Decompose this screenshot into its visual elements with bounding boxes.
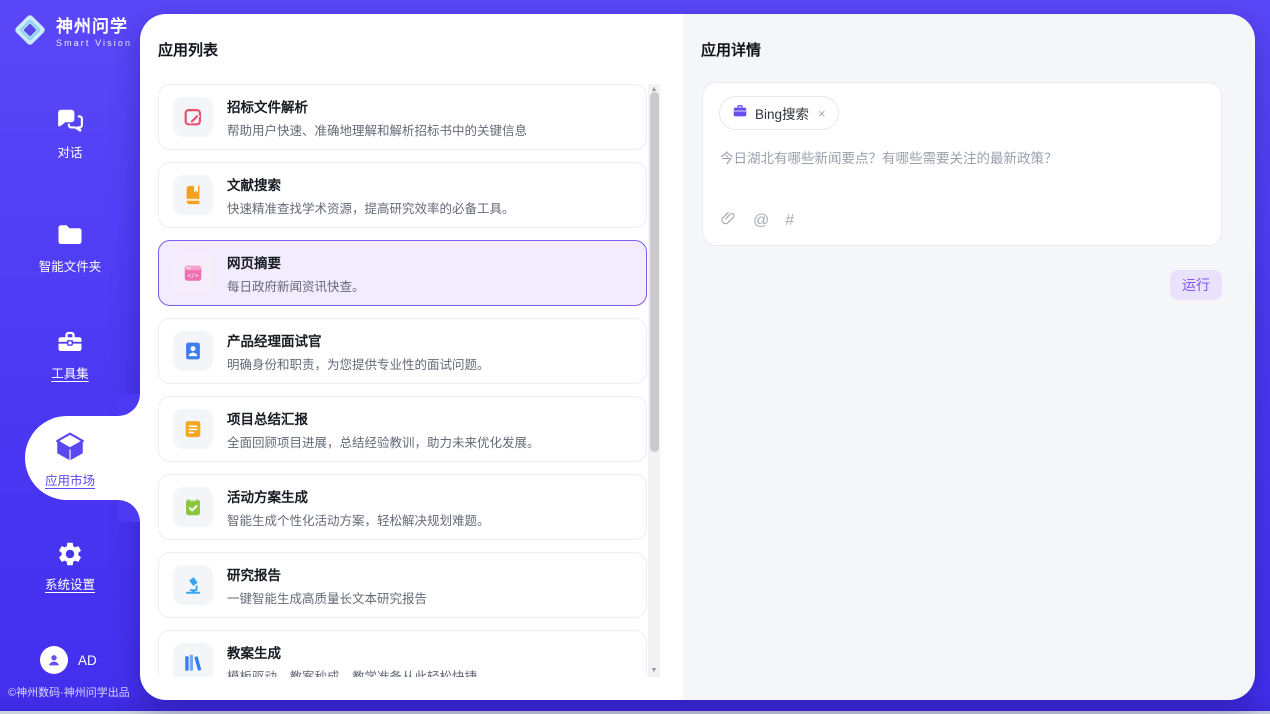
- user-initials: AD: [78, 653, 97, 668]
- sidebar-item-label: 应用市场: [0, 470, 140, 489]
- svg-text:</>: </>: [187, 271, 199, 279]
- app-card-desc: 帮助用户快速、准确地理解和解析招标书中的关键信息: [227, 120, 527, 139]
- clipboard-check-icon: [173, 487, 213, 527]
- book-icon: [173, 175, 213, 215]
- app-card-title: 文献搜索: [227, 174, 515, 194]
- scrollbar-thumb[interactable]: [650, 92, 659, 452]
- person-doc-icon: [173, 331, 213, 371]
- app-card-title: 产品经理面试官: [227, 330, 490, 350]
- app-list-panel: 应用列表 招标文件解析帮助用户快速、准确地理解和解析招标书中的关键信息文献搜索快…: [140, 14, 683, 700]
- brand-logo: 神州问学 Smart Vision: [11, 11, 132, 54]
- briefcase-icon: [732, 103, 748, 124]
- memo-icon: [173, 409, 213, 449]
- app-list-viewport: 招标文件解析帮助用户快速、准确地理解和解析招标书中的关键信息文献搜索快速精准查找…: [158, 84, 660, 677]
- chat-icon: [0, 106, 140, 136]
- app-card-desc: 智能生成个性化活动方案，轻松解决规划难题。: [227, 510, 490, 529]
- user-avatar-icon: [40, 646, 68, 674]
- app-card[interactable]: </> 网页摘要每日政府新闻资讯快查。: [158, 240, 647, 306]
- sidebar-item-smart-folders[interactable]: 智能文件夹: [0, 220, 140, 275]
- app-card-list: 招标文件解析帮助用户快速、准确地理解和解析招标书中的关键信息文献搜索快速精准查找…: [158, 84, 647, 677]
- sidebar-item-chat[interactable]: 对话: [0, 106, 140, 161]
- active-nav-bump-corner-bottom: [118, 500, 140, 522]
- at-mention-icon[interactable]: @: [753, 213, 769, 229]
- query-input[interactable]: 今日湖北有哪些新闻要点？有哪些需要关注的最新政策？: [720, 149, 1199, 170]
- app-card-desc: 每日政府新闻资讯快查。: [227, 276, 365, 295]
- books-icon: [173, 643, 213, 677]
- sidebar-item-app-market[interactable]: 应用市场: [0, 430, 140, 489]
- cube-icon: [0, 430, 140, 464]
- app-card[interactable]: 产品经理面试官明确身份和职责，为您提供专业性的面试问题。: [158, 318, 647, 384]
- app-card-title: 教案生成: [227, 642, 477, 662]
- document-pen-icon: [173, 97, 213, 137]
- folder-icon: [0, 220, 140, 250]
- sidebar-item-label: 对话: [0, 142, 140, 161]
- app-card-desc: 模板驱动，教案秒成，教学准备从此轻松快捷: [227, 666, 477, 678]
- app-card[interactable]: 研究报告一键智能生成高质量长文本研究报告: [158, 552, 647, 618]
- scrollbar-down-arrow-icon[interactable]: ▼: [648, 665, 660, 677]
- sidebar-item-label: 系统设置: [0, 574, 140, 593]
- app-card-desc: 全面回顾项目进展，总结经验教训，助力未来优化发展。: [227, 432, 540, 451]
- sidebar-item-label: 智能文件夹: [0, 256, 140, 275]
- brand-tagline: Smart Vision: [56, 38, 132, 48]
- app-detail-title: 应用详情: [701, 39, 761, 60]
- paperclip-icon[interactable]: [720, 210, 737, 232]
- web-code-icon: </>: [173, 253, 213, 293]
- sidebar-item-toolset[interactable]: 工具集: [0, 327, 140, 382]
- app-card-desc: 一键智能生成高质量长文本研究报告: [227, 588, 427, 607]
- app-card-desc: 明确身份和职责，为您提供专业性的面试问题。: [227, 354, 490, 373]
- app-card-desc: 快速精准查找学术资源，提高研究效率的必备工具。: [227, 198, 515, 217]
- tool-tag-close-icon[interactable]: ×: [818, 106, 826, 121]
- tool-tag-label: Bing搜索: [755, 103, 809, 123]
- app-detail-panel: 应用详情 Bing搜索 × 今日湖北有哪些新闻要点？有哪些需要关注的最新政策？: [683, 14, 1255, 700]
- main-content: 应用列表 招标文件解析帮助用户快速、准确地理解和解析招标书中的关键信息文献搜索快…: [140, 14, 1255, 700]
- brand-name: 神州问学: [56, 17, 132, 37]
- app-list-title: 应用列表: [158, 39, 218, 60]
- active-nav-bump-corner-top: [118, 394, 140, 416]
- sidebar-item-settings[interactable]: 系统设置: [0, 540, 140, 593]
- app-card-title: 研究报告: [227, 564, 427, 584]
- sidebar: 神州问学 Smart Vision 对话智能文件夹工具集应用市场系统设置 AD …: [0, 0, 140, 711]
- gear-icon: [0, 540, 140, 568]
- toolbox-icon: [0, 327, 140, 357]
- copyright-footer: ©神州数码·神州问学出品: [8, 684, 130, 700]
- app-card[interactable]: 教案生成模板驱动，教案秒成，教学准备从此轻松快捷: [158, 630, 647, 677]
- app-card[interactable]: 项目总结汇报全面回顾项目进展，总结经验教训，助力未来优化发展。: [158, 396, 647, 462]
- app-card-title: 项目总结汇报: [227, 408, 540, 428]
- app-card-title: 网页摘要: [227, 252, 365, 272]
- app-list-scrollbar[interactable]: ▲ ▼: [648, 84, 660, 677]
- account-row[interactable]: AD: [40, 646, 97, 674]
- tool-tag[interactable]: Bing搜索 ×: [719, 96, 839, 130]
- query-card: Bing搜索 × 今日湖北有哪些新闻要点？有哪些需要关注的最新政策？ @ #: [702, 82, 1222, 246]
- microscope-icon: [173, 565, 213, 605]
- app-card[interactable]: 招标文件解析帮助用户快速、准确地理解和解析招标书中的关键信息: [158, 84, 647, 150]
- app-card-title: 招标文件解析: [227, 96, 527, 116]
- hash-icon[interactable]: #: [785, 213, 794, 229]
- app-card-title: 活动方案生成: [227, 486, 490, 506]
- app-card[interactable]: 文献搜索快速精准查找学术资源，提高研究效率的必备工具。: [158, 162, 647, 228]
- run-button[interactable]: 运行: [1170, 270, 1222, 300]
- sidebar-item-label: 工具集: [0, 363, 140, 382]
- diamond-logo-icon: [11, 11, 49, 54]
- attachment-toolbar: @ #: [720, 210, 794, 232]
- app-card[interactable]: 活动方案生成智能生成个性化活动方案，轻松解决规划难题。: [158, 474, 647, 540]
